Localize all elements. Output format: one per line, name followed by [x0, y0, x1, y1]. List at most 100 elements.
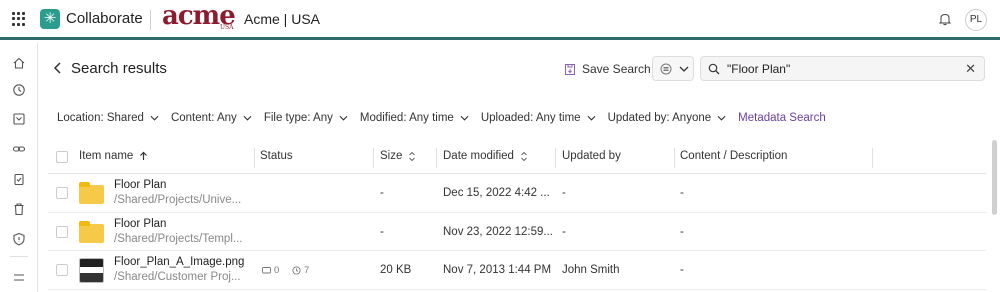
- item-path: /Shared/Projects/Templ...: [114, 232, 243, 245]
- item-content: -: [680, 187, 684, 199]
- column-divider[interactable]: [373, 148, 374, 168]
- top-bar: ✳ Collaborate acme USA Acme | USA PL: [0, 0, 1000, 40]
- filter-location[interactable]: Location: Shared: [57, 112, 159, 124]
- column-updated-by[interactable]: Updated by: [562, 150, 621, 162]
- select-all-checkbox[interactable]: [56, 151, 68, 163]
- item-date-modified: Dec 15, 2022 4:42 ...: [443, 187, 550, 199]
- column-label: Item name: [79, 150, 134, 162]
- column-divider[interactable]: [674, 148, 675, 168]
- item-size: -: [380, 225, 384, 238]
- clear-search-icon[interactable]: ✕: [965, 61, 976, 77]
- app-launcher-icon[interactable]: [12, 12, 26, 26]
- bell-icon[interactable]: [938, 12, 952, 26]
- page-title: Search results: [71, 60, 167, 77]
- versions-count[interactable]: 7: [292, 265, 309, 276]
- rail-divider: [10, 256, 28, 257]
- version-history-icon: [292, 266, 301, 275]
- save-search-label: Save Search: [582, 62, 651, 76]
- chevron-down-icon: [679, 66, 689, 72]
- org-name: Acme | USA: [244, 11, 320, 27]
- filter-label: Uploaded: Any time: [480, 112, 581, 124]
- item-size: 20 KB: [380, 264, 412, 276]
- filter-label: Updated by: Anyone: [607, 112, 712, 124]
- filter-file-type[interactable]: File type: Any: [264, 112, 348, 124]
- avatar[interactable]: PL: [965, 9, 987, 31]
- comments-count[interactable]: 0: [262, 265, 279, 276]
- back-chevron-icon[interactable]: [52, 60, 64, 76]
- column-label: Status: [260, 150, 293, 162]
- folder-icon: [79, 182, 104, 204]
- app-logo-icon: ✳: [40, 9, 60, 29]
- brand-logo-sub: USA: [220, 24, 234, 31]
- column-label: Date modified: [443, 150, 514, 162]
- row-checkbox[interactable]: [56, 264, 68, 276]
- search-scope-dropdown[interactable]: [652, 56, 694, 81]
- sort-icon: [409, 151, 416, 161]
- app-name: Collaborate: [66, 10, 143, 27]
- chevron-down-icon: [150, 115, 159, 121]
- chevron-down-icon: [243, 115, 252, 121]
- item-path: /Shared/Customer Proj...: [114, 271, 241, 283]
- filter-content[interactable]: Content: Any: [171, 112, 252, 124]
- settings-sliders-icon[interactable]: [12, 271, 26, 285]
- filter-label: Content: Any: [170, 112, 237, 124]
- sort-ascending-icon: [140, 151, 148, 160]
- row-checkbox[interactable]: [56, 187, 68, 199]
- versions-value: 7: [304, 265, 310, 276]
- save-search-button[interactable]: Save Search: [564, 60, 651, 78]
- search-icon: [708, 63, 720, 75]
- inbox-icon[interactable]: [12, 112, 26, 126]
- folder-icon: [79, 220, 104, 243]
- item-name[interactable]: Floor Plan: [114, 218, 166, 230]
- item-updated-by: -: [562, 187, 566, 199]
- item-name[interactable]: Floor_Plan_A_Image.png: [114, 256, 244, 268]
- clipboard-icon[interactable]: [12, 172, 26, 186]
- search-query: "Floor Plan": [727, 62, 791, 76]
- chevron-down-icon: [339, 115, 348, 121]
- scrollbar[interactable]: [992, 140, 997, 215]
- item-date-modified: Nov 7, 2013 1:44 PM: [443, 264, 552, 276]
- column-date-modified[interactable]: Date modified: [443, 150, 528, 162]
- item-name[interactable]: Floor Plan: [114, 179, 166, 191]
- column-divider[interactable]: [436, 148, 437, 168]
- sort-icon: [521, 151, 527, 161]
- table-row[interactable]: Floor Plan /Shared/Projects/Unive... - D…: [48, 174, 986, 213]
- column-content[interactable]: Content / Description: [680, 150, 787, 162]
- row-checkbox[interactable]: [56, 225, 68, 238]
- item-updated-by: -: [562, 225, 566, 238]
- comments-value: 0: [274, 265, 280, 276]
- column-label: Content / Description: [680, 150, 788, 162]
- left-rail: [0, 43, 38, 292]
- column-divider[interactable]: [555, 148, 556, 168]
- filter-modified[interactable]: Modified: Any time: [360, 112, 469, 124]
- item-size: -: [380, 187, 384, 199]
- filter-bar: Location: Shared Content: Any File type:…: [57, 110, 826, 126]
- column-divider[interactable]: [254, 148, 255, 168]
- save-icon: [565, 63, 575, 75]
- table-header: Item name Status Size Date modified Upda…: [48, 142, 986, 174]
- column-item-name[interactable]: Item name: [79, 150, 148, 162]
- column-size[interactable]: Size: [380, 150, 416, 162]
- table-row[interactable]: Floor_Plan_A_Image.png /Shared/Customer …: [48, 251, 986, 290]
- link-icon[interactable]: [12, 142, 26, 156]
- column-status[interactable]: Status: [260, 150, 293, 162]
- image-thumbnail: [79, 258, 104, 283]
- chevron-down-icon: [587, 115, 596, 121]
- recent-icon[interactable]: [12, 83, 26, 97]
- comment-icon: [262, 266, 271, 273]
- item-content: -: [680, 264, 684, 276]
- filter-uploaded[interactable]: Uploaded: Any time: [481, 112, 596, 124]
- column-label: Size: [380, 150, 403, 162]
- table-row[interactable]: Floor Plan /Shared/Projects/Templ... - N…: [48, 213, 986, 251]
- shield-icon[interactable]: [12, 232, 26, 246]
- home-icon[interactable]: [12, 56, 26, 70]
- metadata-search-link[interactable]: Metadata Search: [738, 112, 826, 124]
- list-view-icon: [660, 63, 672, 75]
- filter-updated-by[interactable]: Updated by: Anyone: [608, 112, 727, 124]
- item-content: -: [680, 225, 684, 238]
- column-divider[interactable]: [872, 148, 873, 168]
- item-updated-by: John Smith: [562, 264, 620, 276]
- search-input[interactable]: "Floor Plan" ✕: [700, 56, 985, 81]
- trash-icon[interactable]: [12, 202, 26, 216]
- column-label: Updated by: [562, 150, 621, 162]
